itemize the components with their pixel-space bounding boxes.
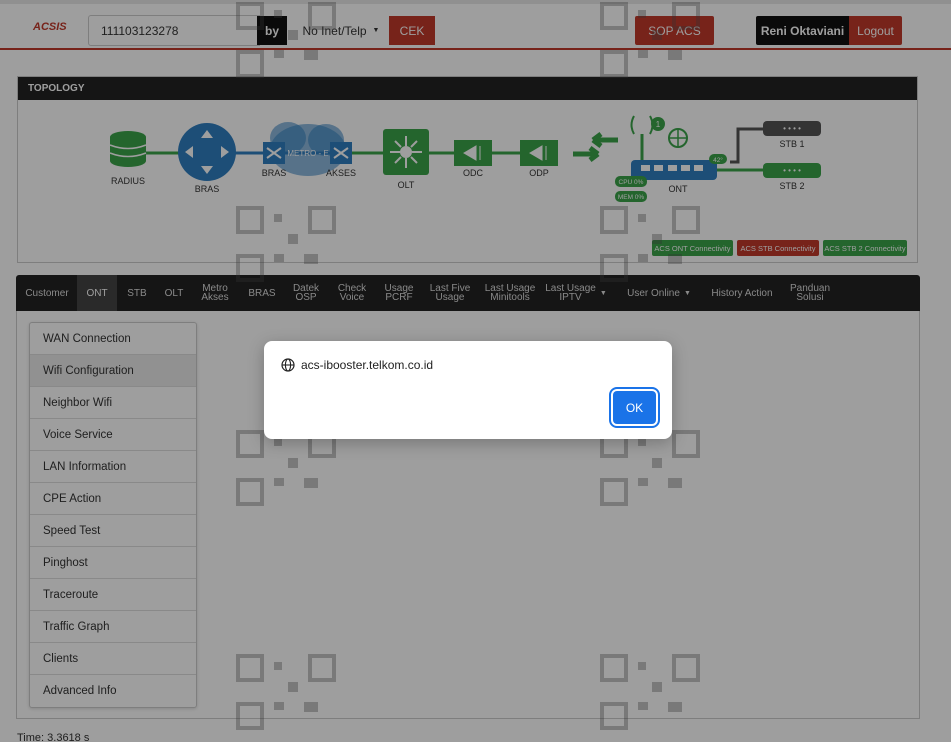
ok-button[interactable]: OK: [609, 387, 660, 428]
globe-icon: [281, 358, 295, 372]
dialog-origin-text: acs-ibooster.telkom.co.id: [301, 358, 434, 372]
dialog-origin: acs-ibooster.telkom.co.id: [281, 358, 433, 372]
alert-dialog: acs-ibooster.telkom.co.id OK: [264, 341, 672, 439]
